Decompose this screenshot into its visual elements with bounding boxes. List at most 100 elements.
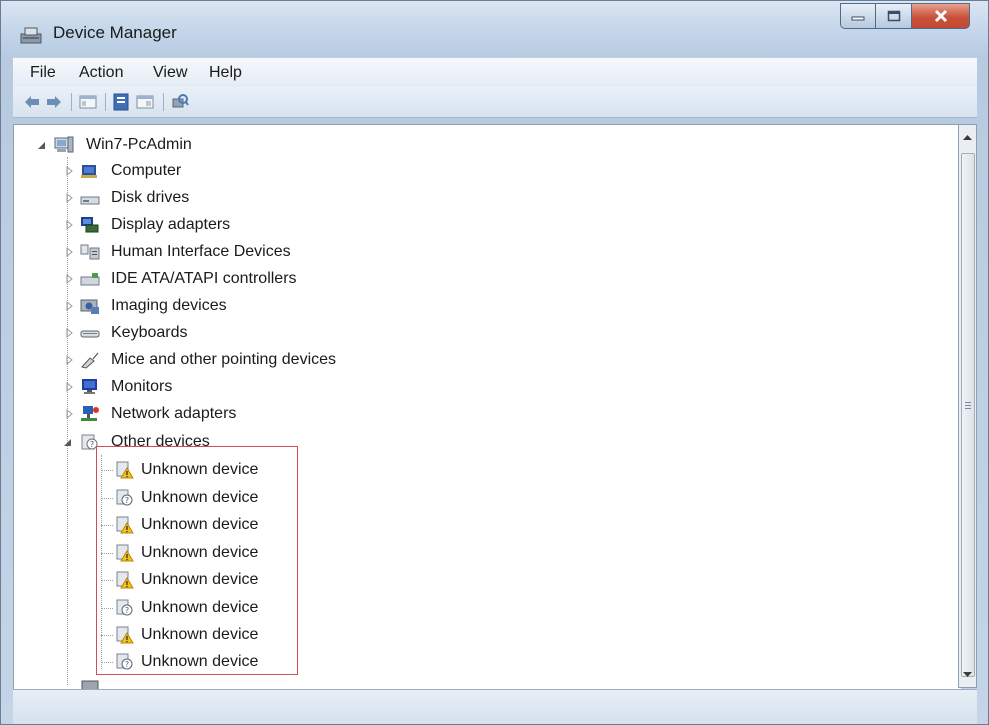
expand-arrow-icon[interactable]: [64, 354, 74, 366]
unknown-device-icon: ?: [81, 434, 98, 450]
tree-item-imaging-devices[interactable]: Imaging devices: [14, 294, 914, 318]
tree-item-clipped[interactable]: [14, 677, 914, 689]
close-icon: [934, 9, 947, 23]
scroll-down-icon[interactable]: [962, 671, 973, 679]
grip-line: [965, 408, 971, 409]
scroll-thumb[interactable]: [961, 153, 975, 677]
tree-item-display-adapters[interactable]: Display adapters: [14, 213, 914, 237]
warning-device-icon: [116, 571, 134, 589]
tree-item-unknown-device[interactable]: Unknown device: [14, 541, 914, 565]
menu-help[interactable]: Help: [209, 64, 242, 82]
expand-arrow-icon[interactable]: [64, 246, 74, 258]
tree-item-unknown-device[interactable]: Unknown device: [14, 458, 914, 482]
expand-arrow-icon[interactable]: [64, 381, 74, 393]
camera-icon: [80, 299, 99, 314]
menu-bar: File Action View Help: [13, 57, 977, 88]
expand-arrow-icon[interactable]: [64, 192, 74, 204]
tree-item-unknown-device[interactable]: ? Unknown device: [14, 486, 914, 510]
scan-hardware-icon[interactable]: [171, 93, 189, 111]
tree-root-row[interactable]: Win7-PcAdmin: [14, 133, 914, 157]
hid-icon: [80, 244, 100, 260]
tree-item-other-devices[interactable]: ? Other devices: [14, 430, 914, 454]
tree-item-unknown-device[interactable]: Unknown device: [14, 513, 914, 537]
minimize-icon: [851, 16, 865, 21]
computer-icon: [81, 165, 97, 178]
tree-item-disk-drives[interactable]: Disk drives: [14, 186, 914, 210]
svg-text:?: ?: [90, 440, 94, 449]
tree-item-label: Imaging devices: [111, 297, 227, 314]
tree-item-unknown-device[interactable]: ? Unknown device: [14, 650, 914, 674]
svg-text:?: ?: [125, 496, 129, 505]
collapse-arrow-icon[interactable]: [62, 436, 72, 448]
expand-arrow-icon[interactable]: [64, 327, 74, 339]
caption-buttons: [840, 3, 970, 29]
help-pane-icon[interactable]: [136, 93, 154, 111]
tree-item-label: Unknown device: [141, 599, 259, 616]
tree-item-monitors[interactable]: Monitors: [14, 375, 914, 399]
tree-item-label: Unknown device: [141, 489, 259, 506]
tree-item-network-adapters[interactable]: Network adapters: [14, 402, 914, 426]
toolbar: [13, 87, 977, 118]
collapse-arrow-icon[interactable]: [36, 139, 46, 151]
port-icon: [81, 680, 99, 689]
back-icon[interactable]: [23, 93, 41, 111]
tree-item-label: Unknown device: [141, 653, 259, 670]
tree-item-label: Other devices: [111, 433, 210, 450]
minimize-button[interactable]: [840, 3, 876, 29]
tree-item-label: Display adapters: [111, 216, 231, 233]
tree-item-label: Unknown device: [141, 461, 259, 478]
tree-item-mice[interactable]: Mice and other pointing devices: [14, 348, 914, 372]
status-bar: [13, 689, 977, 724]
tree-item-label: Mice and other pointing devices: [111, 351, 337, 368]
computer-root-icon: [54, 136, 74, 153]
device-tree: Win7-PcAdmin Computer Disk drives Displa…: [13, 124, 961, 690]
grip-line: [965, 402, 971, 403]
show-hide-tree-icon[interactable]: [79, 93, 97, 111]
menu-view[interactable]: View: [153, 64, 187, 82]
keyboard-icon: [80, 330, 100, 338]
toolbar-separator: [105, 93, 106, 111]
expand-arrow-icon[interactable]: [64, 219, 74, 231]
tree-item-unknown-device[interactable]: Unknown device: [14, 623, 914, 647]
toolbar-separator: [71, 93, 72, 111]
warning-device-icon: [116, 516, 134, 534]
display-adapter-icon: [81, 217, 99, 233]
tree-item-keyboards[interactable]: Keyboards: [14, 321, 914, 345]
maximize-button[interactable]: [876, 3, 912, 29]
toolbar-separator: [163, 93, 164, 111]
warning-device-icon: [116, 544, 134, 562]
tree-item-label: Network adapters: [111, 405, 237, 422]
device-manager-icon: [20, 27, 42, 44]
expand-arrow-icon[interactable]: [64, 165, 74, 177]
tree-item-human-interface-devices[interactable]: Human Interface Devices: [14, 240, 914, 264]
tree-item-label: Keyboards: [111, 324, 188, 341]
expand-arrow-icon[interactable]: [64, 408, 74, 420]
vertical-scrollbar[interactable]: [958, 124, 977, 688]
properties-icon[interactable]: [112, 93, 130, 111]
question-device-icon: ?: [116, 653, 133, 670]
scroll-up-icon[interactable]: [962, 133, 973, 141]
tree-root-label: Win7-PcAdmin: [86, 136, 192, 153]
close-button[interactable]: [912, 3, 970, 29]
svg-text:?: ?: [125, 606, 129, 615]
warning-device-icon: [116, 626, 134, 644]
question-device-icon: ?: [116, 489, 133, 506]
tree-item-label: Computer: [111, 162, 182, 179]
tree-item-label: Monitors: [111, 378, 173, 395]
expand-arrow-icon[interactable]: [64, 273, 74, 285]
forward-icon[interactable]: [45, 93, 63, 111]
tree-item-unknown-device[interactable]: Unknown device: [14, 568, 914, 592]
svg-text:?: ?: [125, 660, 129, 669]
tree-item-computer[interactable]: Computer: [14, 159, 914, 183]
title-bar[interactable]: Device Manager: [1, 1, 988, 56]
tree-item-label: IDE ATA/ATAPI controllers: [111, 270, 297, 287]
menu-file[interactable]: File: [30, 64, 56, 82]
tree-item-ide-controllers[interactable]: IDE ATA/ATAPI controllers: [14, 267, 914, 291]
tree-item-unknown-device[interactable]: ? Unknown device: [14, 596, 914, 620]
mouse-icon: [81, 352, 99, 369]
disk-drive-icon: [80, 196, 100, 205]
menu-action[interactable]: Action: [79, 64, 123, 82]
question-device-icon: ?: [116, 599, 133, 616]
expand-arrow-icon[interactable]: [64, 300, 74, 312]
device-manager-window: Device Manager File Action View Help Win…: [0, 0, 989, 725]
